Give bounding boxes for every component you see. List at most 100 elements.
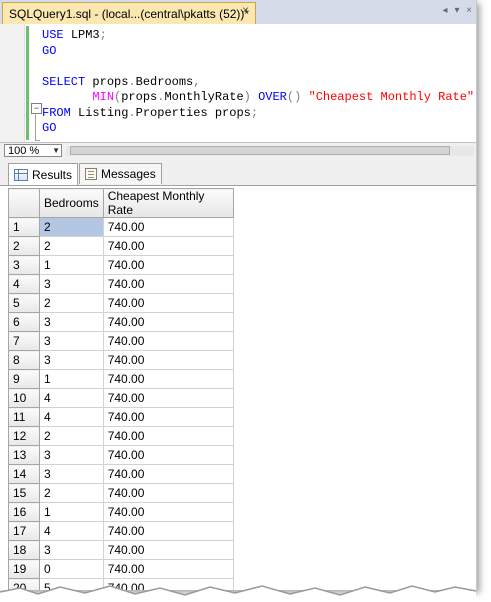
- close-icon[interactable]: ×: [240, 4, 251, 16]
- horizontal-scroll-thumb[interactable]: [70, 146, 450, 155]
- query-tab[interactable]: SQLQuery1.sql - (local...(central\pkatts…: [2, 2, 257, 24]
- cell-cheapest-monthly-rate[interactable]: 740.00: [102, 464, 234, 484]
- cell-bedrooms[interactable]: 3: [39, 350, 104, 370]
- code-line[interactable]: MIN(props.MonthlyRate) OVER() "Cheapest …: [42, 90, 474, 106]
- zoom-select[interactable]: 100 % ▼: [4, 144, 62, 157]
- cell-bedrooms[interactable]: 3: [39, 540, 104, 560]
- table-row[interactable]: 15 2 740.00: [8, 483, 234, 503]
- table-row[interactable]: 14 3 740.00: [8, 464, 234, 484]
- column-header-cheapest-monthly-rate[interactable]: Cheapest Monthly Rate: [102, 188, 234, 218]
- cell-cheapest-monthly-rate[interactable]: 740.00: [102, 236, 234, 256]
- table-row[interactable]: 16 1 740.00: [8, 502, 234, 522]
- row-number[interactable]: 18: [8, 540, 40, 560]
- table-row[interactable]: 10 4 740.00: [8, 388, 234, 408]
- cell-bedrooms[interactable]: 3: [39, 331, 104, 351]
- cell-bedrooms[interactable]: 2: [39, 217, 104, 237]
- row-number[interactable]: 15: [8, 483, 40, 503]
- row-number[interactable]: 11: [8, 407, 40, 427]
- cell-cheapest-monthly-rate[interactable]: 740.00: [102, 559, 234, 579]
- cell-cheapest-monthly-rate[interactable]: 740.00: [102, 255, 234, 275]
- cell-cheapest-monthly-rate[interactable]: 740.00: [102, 521, 234, 541]
- cell-cheapest-monthly-rate[interactable]: 740.00: [102, 426, 234, 446]
- cell-cheapest-monthly-rate[interactable]: 740.00: [102, 274, 234, 294]
- table-row[interactable]: 18 3 740.00: [8, 540, 234, 560]
- table-row[interactable]: 1 2 740.00: [8, 217, 234, 237]
- tab-messages[interactable]: Messages: [79, 163, 162, 184]
- table-row[interactable]: 7 3 740.00: [8, 331, 234, 351]
- table-row[interactable]: 2 2 740.00: [8, 236, 234, 256]
- tab-results[interactable]: Results: [8, 163, 79, 185]
- row-number[interactable]: 1: [8, 217, 40, 237]
- row-number[interactable]: 4: [8, 274, 40, 294]
- cell-bedrooms[interactable]: 3: [39, 274, 104, 294]
- code-line[interactable]: SELECT props.Bedrooms,: [42, 75, 474, 91]
- cell-bedrooms[interactable]: 1: [39, 255, 104, 275]
- table-row[interactable]: 5 2 740.00: [8, 293, 234, 313]
- cell-bedrooms[interactable]: 2: [39, 426, 104, 446]
- sql-editor[interactable]: − USE LPM3; GO SELECT props.Bedrooms, MIN(…: [0, 24, 476, 142]
- cell-cheapest-monthly-rate[interactable]: 740.00: [102, 293, 234, 313]
- cell-bedrooms[interactable]: 2: [39, 236, 104, 256]
- table-row[interactable]: 17 4 740.00: [8, 521, 234, 541]
- table-row[interactable]: 13 3 740.00: [8, 445, 234, 465]
- row-number[interactable]: 14: [8, 464, 40, 484]
- cell-cheapest-monthly-rate[interactable]: 740.00: [102, 502, 234, 522]
- cell-bedrooms[interactable]: 1: [39, 502, 104, 522]
- row-number[interactable]: 10: [8, 388, 40, 408]
- row-number[interactable]: 13: [8, 445, 40, 465]
- cell-bedrooms[interactable]: 4: [39, 407, 104, 427]
- cell-bedrooms[interactable]: 2: [39, 293, 104, 313]
- cell-cheapest-monthly-rate[interactable]: 740.00: [102, 407, 234, 427]
- table-row[interactable]: 9 1 740.00: [8, 369, 234, 389]
- table-row[interactable]: 19 0 740.00: [8, 559, 234, 579]
- cell-bedrooms[interactable]: 4: [39, 388, 104, 408]
- corner-header[interactable]: [8, 188, 40, 218]
- cell-cheapest-monthly-rate[interactable]: 740.00: [102, 217, 234, 237]
- row-number[interactable]: 19: [8, 559, 40, 579]
- row-number[interactable]: 6: [8, 312, 40, 332]
- code-line[interactable]: [42, 59, 474, 75]
- cell-bedrooms[interactable]: 3: [39, 312, 104, 332]
- collapse-icon[interactable]: −: [31, 103, 42, 114]
- code-line[interactable]: USE LPM3;: [42, 28, 474, 44]
- row-number[interactable]: 16: [8, 502, 40, 522]
- chevron-down-icon[interactable]: ▼: [52, 145, 60, 157]
- cell-cheapest-monthly-rate[interactable]: 740.00: [102, 483, 234, 503]
- cell-cheapest-monthly-rate[interactable]: 740.00: [102, 388, 234, 408]
- column-header-bedrooms[interactable]: Bedrooms: [39, 188, 104, 218]
- code-line[interactable]: GO: [42, 121, 474, 137]
- cell-bedrooms[interactable]: 0: [39, 559, 104, 579]
- table-row[interactable]: 8 3 740.00: [8, 350, 234, 370]
- cell-cheapest-monthly-rate[interactable]: 740.00: [102, 540, 234, 560]
- results-grid[interactable]: Bedrooms Cheapest Monthly Rate 1 2 740.00 2…: [0, 186, 476, 590]
- code-text[interactable]: USE LPM3; GO SELECT props.Bedrooms, MIN(pr…: [42, 28, 474, 137]
- row-number[interactable]: 8: [8, 350, 40, 370]
- cell-bedrooms[interactable]: 3: [39, 464, 104, 484]
- table-row[interactable]: 6 3 740.00: [8, 312, 234, 332]
- window-list-icon[interactable]: ▾: [452, 5, 462, 17]
- row-number[interactable]: 17: [8, 521, 40, 541]
- cell-cheapest-monthly-rate[interactable]: 740.00: [102, 369, 234, 389]
- cell-bedrooms[interactable]: 2: [39, 483, 104, 503]
- table-row[interactable]: 11 4 740.00: [8, 407, 234, 427]
- row-number[interactable]: 5: [8, 293, 40, 313]
- cell-cheapest-monthly-rate[interactable]: 740.00: [102, 331, 234, 351]
- row-number[interactable]: 7: [8, 331, 40, 351]
- table-row[interactable]: 4 3 740.00: [8, 274, 234, 294]
- close-window-icon[interactable]: ×: [464, 5, 474, 17]
- scroll-left-icon[interactable]: ◂: [440, 5, 450, 17]
- table-row[interactable]: 12 2 740.00: [8, 426, 234, 446]
- row-number[interactable]: 2: [8, 236, 40, 256]
- code-line[interactable]: FROM Listing.Properties props;: [42, 106, 474, 122]
- row-number[interactable]: 3: [8, 255, 40, 275]
- code-line[interactable]: GO: [42, 44, 474, 60]
- cell-cheapest-monthly-rate[interactable]: 740.00: [102, 312, 234, 332]
- row-number[interactable]: 9: [8, 369, 40, 389]
- table-row[interactable]: 3 1 740.00: [8, 255, 234, 275]
- cell-bedrooms[interactable]: 1: [39, 369, 104, 389]
- row-number[interactable]: 12: [8, 426, 40, 446]
- cell-bedrooms[interactable]: 3: [39, 445, 104, 465]
- cell-bedrooms[interactable]: 4: [39, 521, 104, 541]
- cell-cheapest-monthly-rate[interactable]: 740.00: [102, 445, 234, 465]
- cell-cheapest-monthly-rate[interactable]: 740.00: [102, 350, 234, 370]
